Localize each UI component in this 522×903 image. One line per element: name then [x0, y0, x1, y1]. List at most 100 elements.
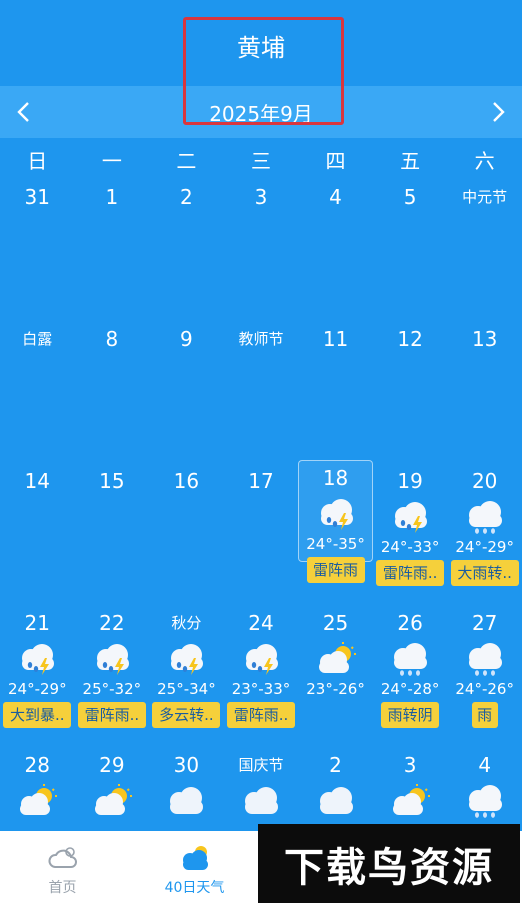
calendar-day[interactable]: 17 [224, 464, 299, 498]
calendar-day[interactable]: 白露 [0, 322, 75, 356]
calendar-day[interactable]: 4 [447, 748, 522, 820]
calendar-day[interactable]: 24 23°-33° 雷阵雨.. [224, 606, 299, 728]
calendar-day[interactable]: 2 [149, 180, 224, 214]
calendar-day[interactable]: 13 [447, 322, 522, 356]
calendar-day[interactable]: 中元节 [447, 180, 522, 214]
calendar-day[interactable]: 30 [149, 748, 224, 820]
weekday-label: 一 [101, 149, 122, 173]
calendar-day[interactable]: 29 [75, 748, 150, 820]
weather-badge: 雷阵雨.. [77, 702, 146, 728]
weekday-label: 六 [474, 149, 495, 173]
day-number: 14 [24, 469, 50, 493]
day-number: 26 [397, 611, 423, 635]
day-number: 13 [471, 327, 498, 351]
day-number: 11 [322, 327, 349, 351]
cloud-outline-icon [0, 843, 125, 873]
calendar-day[interactable]: 2 [298, 748, 373, 820]
watermark: 下载鸟资源 [258, 824, 520, 903]
calendar-day[interactable]: 15 [75, 464, 150, 498]
calendar-day[interactable]: 12 [373, 322, 448, 356]
day-number: 3 [254, 185, 268, 209]
temperature-range: 24°-33° [380, 538, 440, 556]
partly-cloudy-icon [14, 784, 60, 820]
rain-icon [462, 500, 508, 536]
calendar-day[interactable]: 22 25°-32° 雷阵雨.. [75, 606, 150, 728]
weekday-label: 二 [176, 149, 197, 173]
calendar-day[interactable]: 28 [0, 748, 75, 820]
rain-icon [387, 642, 433, 678]
cloudy-icon [163, 784, 209, 820]
temperature-range: 24°-28° [380, 680, 440, 698]
weather-badge: 雷阵雨.. [226, 702, 295, 728]
day-number: 24 [248, 611, 274, 635]
next-month-button[interactable] [478, 92, 518, 132]
festival-label: 国庆节 [238, 756, 284, 774]
day-number: 28 [24, 753, 50, 777]
calendar-day[interactable]: 5 [373, 180, 448, 214]
day-number: 25 [322, 611, 349, 635]
day-number: 12 [397, 327, 423, 351]
day-number: 27 [471, 611, 498, 635]
weekday-label: 四 [325, 149, 346, 173]
highlight-box [183, 17, 344, 125]
thunder-rain-icon [89, 642, 135, 678]
calendar-day[interactable]: 4 [298, 180, 373, 214]
temperature-range: 24°-29° [7, 680, 67, 698]
tab-label: 40日天气 [164, 880, 225, 896]
calendar-day[interactable]: 8 [75, 322, 150, 356]
day-number: 29 [99, 753, 125, 777]
partly-cloudy-icon [387, 784, 433, 820]
day-number: 18 [322, 466, 349, 490]
day-number: 19 [397, 469, 423, 493]
calendar-day[interactable]: 1 [75, 180, 150, 214]
thunder-rain-icon [387, 500, 433, 536]
weather-badge: 雷阵雨 [306, 557, 365, 583]
watermark-text: 下载鸟资源 [284, 844, 494, 891]
day-number: 2 [180, 185, 193, 209]
partly-cloudy-icon [313, 642, 359, 678]
rain-icon [462, 642, 508, 678]
rain-icon [462, 784, 508, 820]
calendar-day[interactable]: 秋分 25°-34° 多云转.. [149, 606, 224, 728]
day-number: 30 [173, 753, 200, 777]
day-number: 8 [105, 327, 119, 351]
calendar-day[interactable]: 26 24°-28° 雨转阴 [373, 606, 448, 728]
tab-label: 首页 [48, 880, 77, 896]
calendar-day[interactable]: 国庆节 [224, 748, 299, 820]
calendar-day[interactable]: 27 24°-26° 雨 [447, 606, 522, 728]
weekday-label: 日 [27, 149, 48, 173]
partly-cloudy-icon [89, 784, 135, 820]
calendar-day[interactable]: 3 [373, 748, 448, 820]
calendar-day[interactable]: 25 23°-26° [298, 606, 373, 698]
tab-home[interactable]: 首页 [0, 831, 125, 903]
tab-40-day-weather[interactable]: 40日天气 [132, 831, 257, 903]
calendar-day-selected[interactable]: 18 24°-35° 雷阵雨 [298, 460, 373, 583]
weekday-label: 五 [400, 149, 421, 173]
calendar-day[interactable]: 14 [0, 464, 75, 498]
calendar-day[interactable]: 16 [149, 464, 224, 498]
cloud-sun-icon [132, 843, 257, 873]
day-number: 17 [248, 469, 274, 493]
festival-label: 秋分 [171, 614, 202, 632]
calendar-day[interactable]: 21 24°-29° 大到暴.. [0, 606, 75, 728]
calendar-day[interactable]: 11 [298, 322, 373, 356]
festival-label: 白露 [22, 330, 53, 348]
cloudy-icon [313, 784, 359, 820]
thunder-rain-icon [238, 642, 284, 678]
calendar-day[interactable]: 20 24°-29° 大雨转.. [447, 464, 522, 586]
calendar-day[interactable]: 9 [149, 322, 224, 356]
calendar-day[interactable]: 19 24°-33° 雷阵雨.. [373, 464, 448, 586]
calendar-day[interactable]: 教师节 [224, 322, 299, 356]
temperature-range: 24°-26° [455, 680, 514, 698]
weather-badge: 大到暴.. [3, 702, 72, 728]
temperature-range: 24°-35° [306, 535, 365, 553]
weather-badge: 多云转.. [152, 702, 221, 728]
day-number: 22 [99, 611, 125, 635]
calendar-day[interactable]: 3 [224, 180, 299, 214]
day-number: 4 [329, 185, 342, 209]
festival-label: 中元节 [462, 188, 508, 206]
calendar-day[interactable]: 31 [0, 180, 75, 214]
day-number: 15 [99, 469, 125, 493]
temperature-range: 23°-33° [231, 680, 291, 698]
thunder-rain-icon [14, 642, 60, 678]
